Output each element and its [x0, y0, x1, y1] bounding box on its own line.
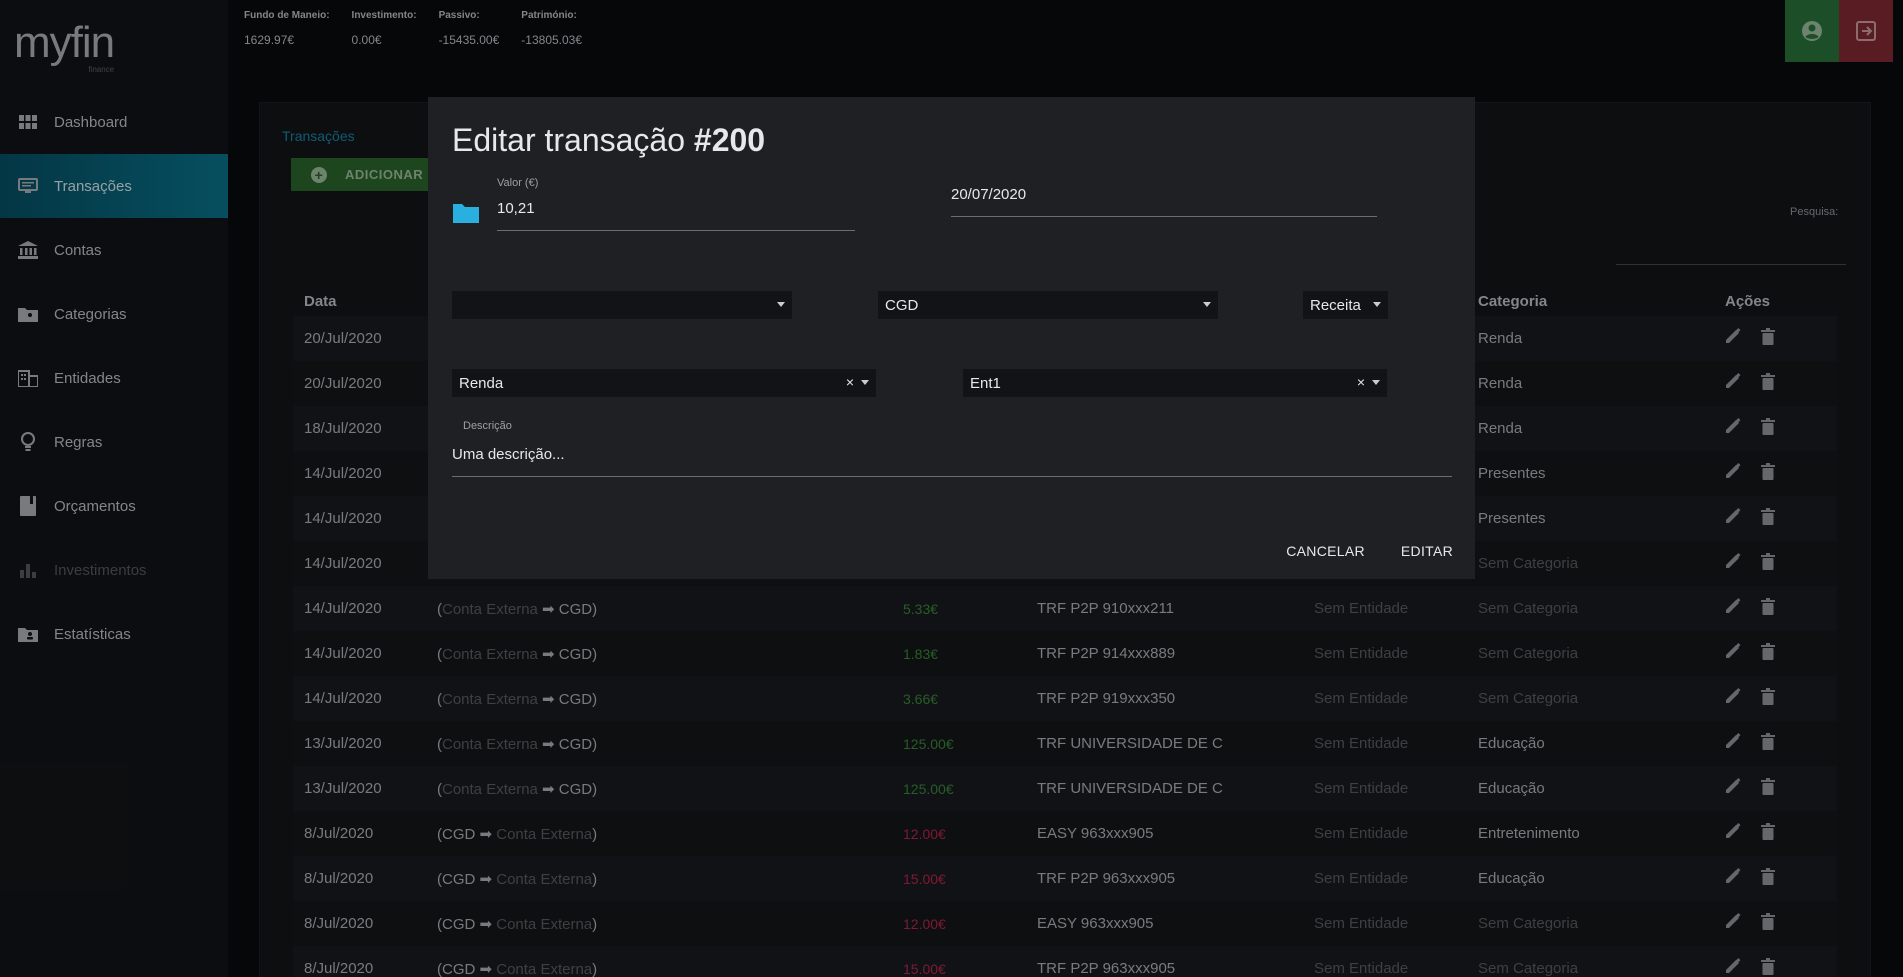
- chevron-down-icon: [777, 302, 785, 307]
- description-underline: [452, 476, 1452, 477]
- entity-value: Ent1: [970, 374, 1001, 392]
- clear-icon[interactable]: ×: [1357, 374, 1365, 390]
- account-from-select[interactable]: [452, 291, 792, 319]
- chevron-down-icon: [1373, 302, 1381, 307]
- date-underline: [951, 216, 1377, 217]
- edit-button[interactable]: EDITAR: [1401, 543, 1453, 559]
- transaction-type-select[interactable]: Receita: [1303, 291, 1388, 319]
- edit-transaction-modal: Editar transação #200 Valor (€) 10,21 20…: [428, 97, 1475, 579]
- modal-title: Editar transação #200: [452, 122, 765, 159]
- folder-icon: [453, 204, 479, 223]
- modal-title-prefix: Editar transação: [452, 122, 694, 158]
- modal-title-id: #200: [693, 122, 766, 158]
- amount-underline: [497, 230, 855, 231]
- amount-field[interactable]: 10,21: [497, 200, 535, 217]
- modal-actions: CANCELAR EDITAR: [1286, 543, 1453, 559]
- chevron-down-icon: [861, 380, 869, 385]
- date-field[interactable]: 20/07/2020: [951, 186, 1026, 203]
- description-field[interactable]: Uma descrição...: [452, 446, 565, 463]
- description-label: Descrição: [463, 420, 512, 432]
- category-value: Renda: [459, 374, 504, 392]
- category-select[interactable]: Renda ×: [452, 369, 876, 397]
- entity-select[interactable]: Ent1 ×: [963, 369, 1387, 397]
- account-to-select[interactable]: CGD: [878, 291, 1218, 319]
- chevron-down-icon: [1203, 302, 1211, 307]
- account-to-value: CGD: [885, 296, 919, 314]
- clear-icon[interactable]: ×: [846, 374, 854, 390]
- chevron-down-icon: [1372, 380, 1380, 385]
- amount-label: Valor (€): [497, 177, 539, 189]
- cancel-button[interactable]: CANCELAR: [1286, 543, 1365, 559]
- transaction-type-value: Receita: [1310, 296, 1361, 314]
